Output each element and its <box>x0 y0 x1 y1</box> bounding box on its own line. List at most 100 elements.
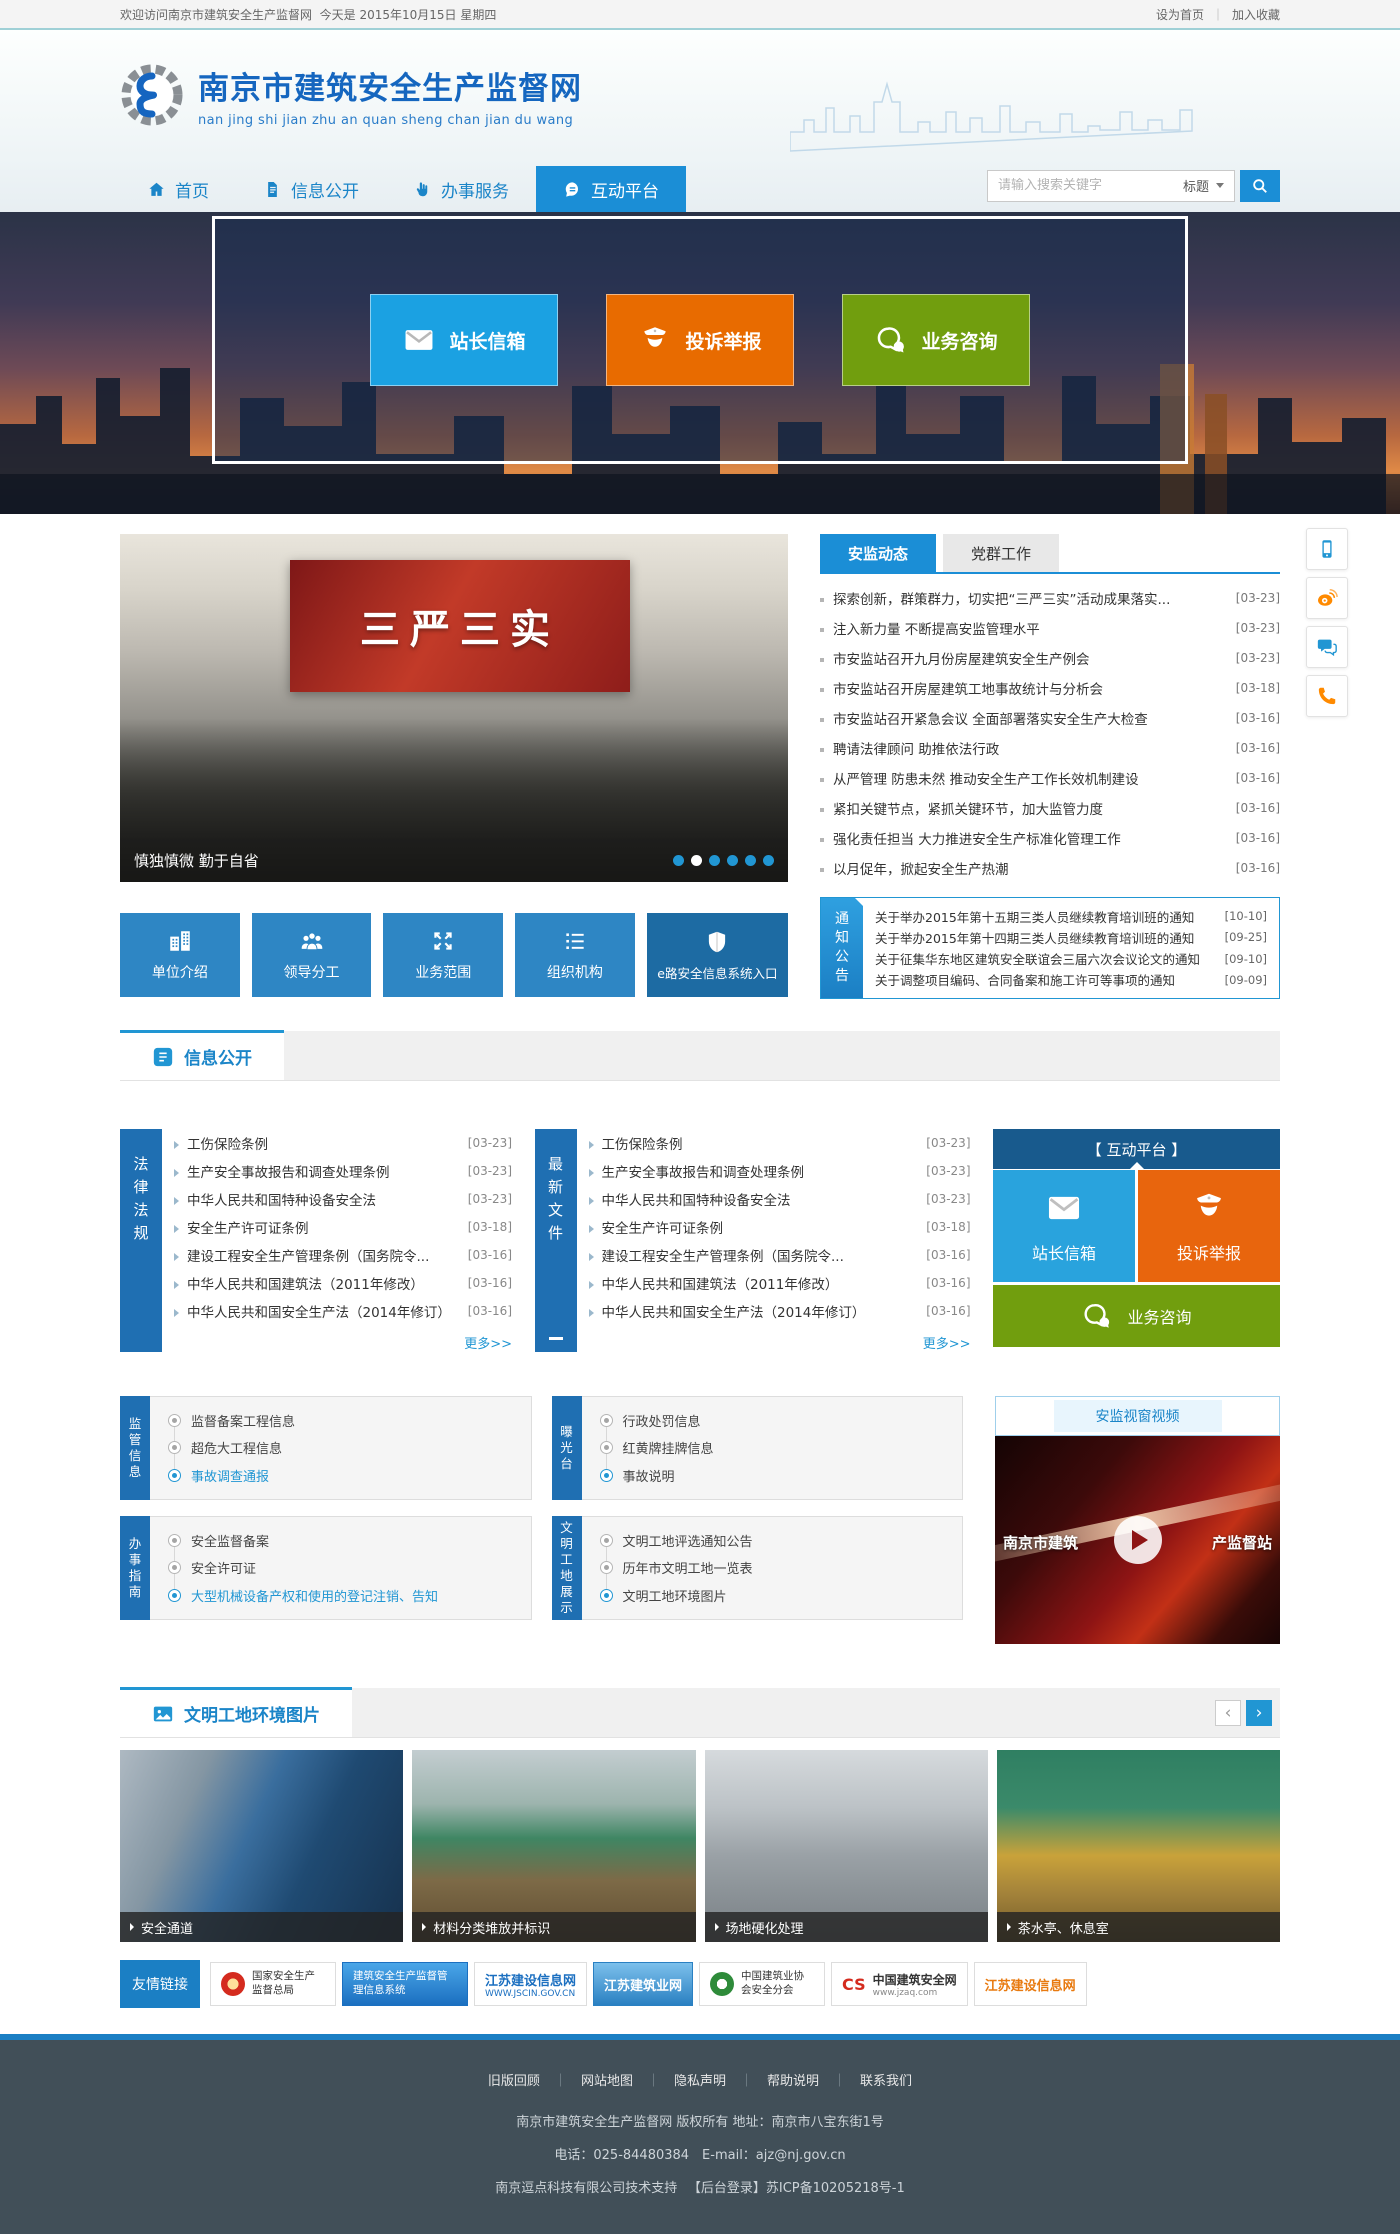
gallery-photo[interactable]: 安全通道 <box>120 1750 403 1942</box>
box-link[interactable]: 行政处罚信息 <box>600 1411 945 1430</box>
tab-safety-news[interactable]: 安监动态 <box>820 534 936 572</box>
law-item[interactable]: 中华人民共和国安全生产法（2014年修订）[03-16] <box>174 1297 512 1325</box>
law-item[interactable]: 生产安全事故报告和调查处理条例[03-23] <box>174 1157 512 1185</box>
law-item[interactable]: 中华人民共和国建筑法（2011年修改）[03-16] <box>174 1269 512 1297</box>
set-home-link[interactable]: 设为首页 <box>1156 8 1204 22</box>
tile-organization[interactable]: 组织机构 <box>515 913 635 997</box>
box-link[interactable]: 历年市文明工地一览表 <box>600 1558 945 1577</box>
business-consult-tile[interactable]: 业务咨询 <box>993 1285 1280 1347</box>
news-item[interactable]: 以月促年，掀起安全生产热潮[03-16] <box>820 853 1280 883</box>
photo-slider[interactable]: 三严三实 慎独慎微 勤于自省 <box>120 534 788 882</box>
search-button[interactable] <box>1240 170 1280 202</box>
mobile-site-button[interactable] <box>1306 528 1348 570</box>
tile-leadership[interactable]: 领导分工 <box>252 913 372 997</box>
news-item[interactable]: 从严管理 防患未然 推动安全生产工作长效机制建设[03-16] <box>820 763 1280 793</box>
slider-dot[interactable] <box>763 855 774 866</box>
slider-dot[interactable] <box>727 855 738 866</box>
law-item[interactable]: 中华人民共和国特种设备安全法[03-23] <box>174 1185 512 1213</box>
emblem-icon <box>221 1972 245 1996</box>
tab-party-work[interactable]: 党群工作 <box>943 534 1059 572</box>
weibo-button[interactable] <box>1306 577 1348 619</box>
news-item[interactable]: 注入新力量 不断提高安监管理水平[03-23] <box>820 613 1280 643</box>
footer-link-sitemap[interactable]: 网站地图 <box>581 2070 633 2089</box>
laws-more-link[interactable]: 更多>> <box>174 1333 512 1352</box>
box-link[interactable]: 文明工地评选通知公告 <box>600 1531 945 1550</box>
doc-item[interactable]: 工伤保险条例[03-23] <box>589 1129 971 1157</box>
notice-item[interactable]: 关于征集华东地区建筑安全联谊会三届六次会议论文的通知[09-10] <box>875 949 1267 969</box>
tile-business-scope[interactable]: 业务范围 <box>383 913 503 997</box>
news-item[interactable]: 市安监站召开九月份房屋建筑安全生产例会[03-23] <box>820 643 1280 673</box>
news-item[interactable]: 市安监站召开紧急会议 全面部署落实安全生产大检查[03-16] <box>820 703 1280 733</box>
box-link[interactable]: 超危大工程信息 <box>168 1438 513 1457</box>
business-consult-button[interactable]: 业务咨询 <box>842 294 1030 386</box>
friend-link-logo[interactable]: CS中国建筑安全网www.jzaq.com <box>831 1962 968 2006</box>
phone-button[interactable] <box>1306 675 1348 717</box>
doc-item[interactable]: 中华人民共和国安全生产法（2014年修订）[03-16] <box>589 1297 971 1325</box>
slider-dot[interactable] <box>673 855 684 866</box>
box-link[interactable]: 事故调查通报 <box>168 1466 513 1485</box>
news-item[interactable]: 探索创新，群策群力，切实把“三严三实”活动成果落实...[03-23] <box>820 583 1280 613</box>
footer-link-privacy[interactable]: 隐私声明 <box>674 2070 726 2089</box>
tile-unit-intro[interactable]: 单位介绍 <box>120 913 240 997</box>
box-link[interactable]: 监督备案工程信息 <box>168 1411 513 1430</box>
notice-item[interactable]: 关于举办2015年第十四期三类人员继续教育培训班的通知[09-25] <box>875 927 1267 947</box>
friend-link-logo[interactable]: 江苏建设信息网WWW.JSCIN.GOV.CN <box>474 1962 587 2006</box>
law-item[interactable]: 工伤保险条例[03-23] <box>174 1129 512 1157</box>
play-button-icon[interactable] <box>1114 1516 1162 1564</box>
tab-gallery[interactable]: 文明工地环境图片 <box>120 1687 352 1737</box>
gallery-next-button[interactable]: › <box>1246 1700 1272 1726</box>
nav-item-home[interactable]: 首页 <box>120 166 236 212</box>
news-item[interactable]: 市安监站召开房屋建筑工地事故统计与分析会[03-18] <box>820 673 1280 703</box>
box-link[interactable]: 事故说明 <box>600 1466 945 1485</box>
box-link[interactable]: 文明工地环境图片 <box>600 1586 945 1605</box>
box-link[interactable]: 大型机械设备产权和使用的登记注销、告知 <box>168 1586 513 1605</box>
footer-link-contact[interactable]: 联系我们 <box>860 2070 912 2089</box>
law-item[interactable]: 安全生产许可证条例[03-18] <box>174 1213 512 1241</box>
gallery-photo[interactable]: 茶水亭、休息室 <box>997 1750 1280 1942</box>
nav-item-interact[interactable]: 互动平台 <box>536 166 686 212</box>
friend-link-logo[interactable]: 中国建筑业协会安全分会 <box>699 1962 825 2006</box>
news-item[interactable]: 聘请法律顾问 助推依法行政[03-16] <box>820 733 1280 763</box>
search-category-select[interactable]: 标题 <box>1173 176 1234 195</box>
friend-link-logo[interactable]: 江苏建筑业网 <box>593 1962 693 2006</box>
header: 南京市建筑安全生产监督网 nan jing shi jian zhu an qu… <box>0 30 1400 212</box>
complaint-report-button[interactable]: 投诉举报 <box>606 294 794 386</box>
notice-item[interactable]: 关于举办2015年第十五期三类人员继续教育培训班的通知[10-10] <box>875 906 1267 926</box>
friend-link-logo[interactable]: 国家安全生产监督总局 <box>210 1962 336 2006</box>
doc-item[interactable]: 建设工程安全生产管理条例（国务院令...[03-16] <box>589 1241 971 1269</box>
tab-info-disclosure[interactable]: 信息公开 <box>120 1030 284 1080</box>
doc-item[interactable]: 安全生产许可证条例[03-18] <box>589 1213 971 1241</box>
gallery-prev-button[interactable]: ‹ <box>1215 1700 1241 1726</box>
search-input[interactable] <box>988 178 1173 193</box>
webmaster-mailbox-button[interactable]: 站长信箱 <box>370 294 558 386</box>
complaint-report-tile[interactable]: 投诉举报 <box>1138 1170 1280 1282</box>
notice-label[interactable]: 通知公告 <box>821 898 863 998</box>
gallery-photo[interactable]: 场地硬化处理 <box>705 1750 988 1942</box>
online-chat-button[interactable] <box>1306 626 1348 668</box>
footer-link-old-version[interactable]: 旧版回顾 <box>488 2070 540 2089</box>
box-link[interactable]: 安全监督备案 <box>168 1531 513 1550</box>
doc-item[interactable]: 生产安全事故报告和调查处理条例[03-23] <box>589 1157 971 1185</box>
friend-link-logo[interactable]: 江苏建设信息网 <box>974 1962 1087 2006</box>
video-thumbnail[interactable]: 南京市建筑 产监督站 <box>995 1436 1280 1644</box>
nav-item-info[interactable]: 信息公开 <box>236 166 386 212</box>
news-item[interactable]: 强化责任担当 大力推进安全生产标准化管理工作[03-16] <box>820 823 1280 853</box>
slider-dot-active[interactable] <box>691 855 702 866</box>
add-favorite-link[interactable]: 加入收藏 <box>1232 8 1280 22</box>
webmaster-mailbox-tile[interactable]: 站长信箱 <box>993 1170 1135 1282</box>
docs-more-link[interactable]: 更多>> <box>589 1333 971 1352</box>
gallery-photo[interactable]: 材料分类堆放并标识 <box>412 1750 695 1942</box>
doc-item[interactable]: 中华人民共和国建筑法（2011年修改）[03-16] <box>589 1269 971 1297</box>
doc-item[interactable]: 中华人民共和国特种设备安全法[03-23] <box>589 1185 971 1213</box>
slider-dot[interactable] <box>745 855 756 866</box>
friend-link-logo[interactable]: 建筑安全生产监督管理信息系统 <box>342 1962 468 2006</box>
tile-esafety-entry[interactable]: e路安全信息系统入口 <box>647 913 788 997</box>
box-link[interactable]: 安全许可证 <box>168 1558 513 1577</box>
box-link[interactable]: 红黄牌挂牌信息 <box>600 1438 945 1457</box>
notice-item[interactable]: 关于调整项目编码、合同备案和施工许可等事项的通知[09-09] <box>875 970 1267 990</box>
news-item[interactable]: 紧扣关键节点，紧抓关键环节，加大监管力度[03-16] <box>820 793 1280 823</box>
law-item[interactable]: 建设工程安全生产管理条例（国务院令...[03-16] <box>174 1241 512 1269</box>
nav-item-services[interactable]: 办事服务 <box>386 166 536 212</box>
footer-link-help[interactable]: 帮助说明 <box>767 2070 819 2089</box>
slider-dot[interactable] <box>709 855 720 866</box>
